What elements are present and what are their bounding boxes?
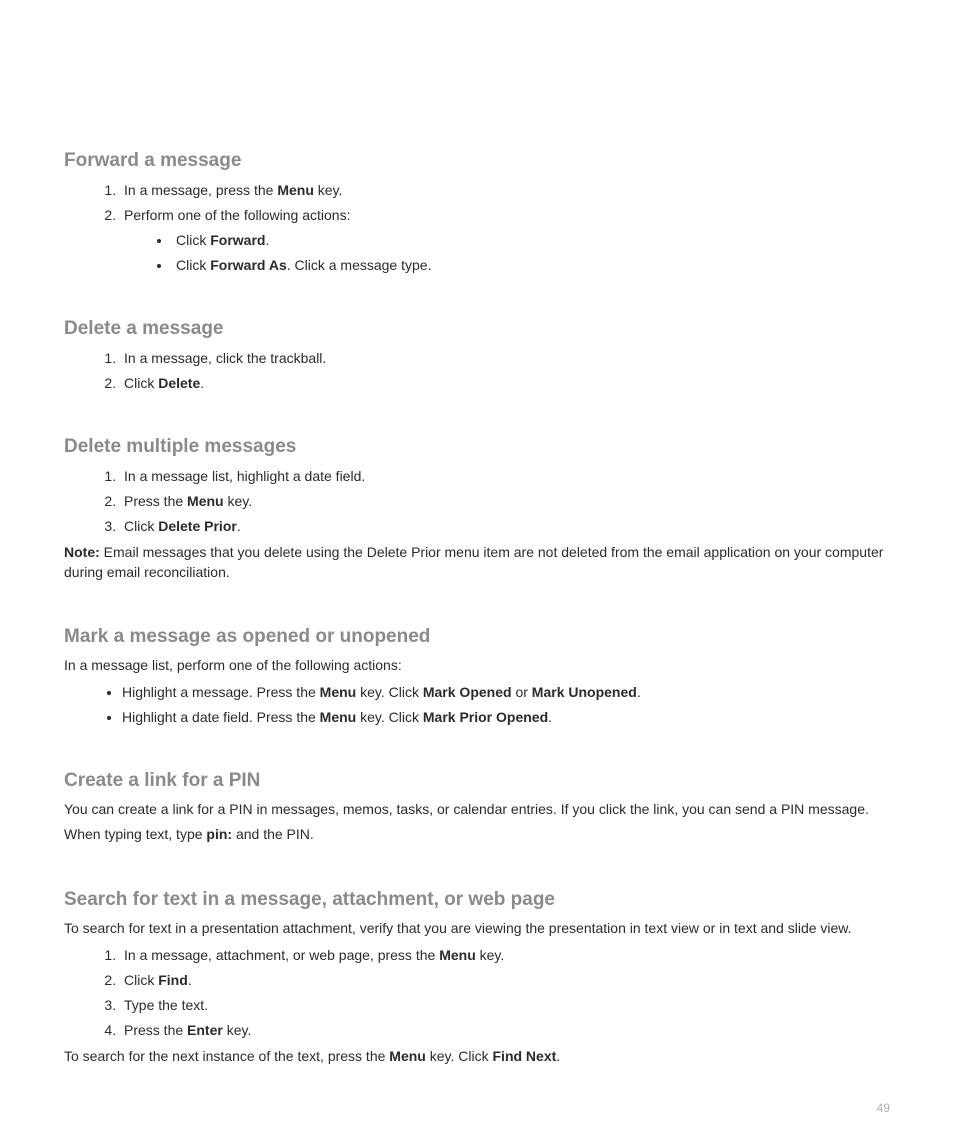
search-step-1: In a message, attachment, or web page, p… xyxy=(120,945,890,966)
page-number: 49 xyxy=(877,1101,890,1115)
search-steps: In a message, attachment, or web page, p… xyxy=(64,945,890,1041)
forward-bullet-1: Click Forward. xyxy=(172,230,890,251)
heading-forward: Forward a message xyxy=(64,150,890,172)
heading-delete: Delete a message xyxy=(64,318,890,340)
search-outro: To search for the next instance of the t… xyxy=(64,1047,890,1067)
heading-pin: Create a link for a PIN xyxy=(64,770,890,792)
forward-bullets: Click Forward. Click Forward As. Click a… xyxy=(124,230,890,276)
forward-bullet-2: Click Forward As. Click a message type. xyxy=(172,255,890,276)
search-step-4: Press the Enter key. xyxy=(120,1020,890,1041)
heading-mark: Mark a message as opened or unopened xyxy=(64,626,890,648)
delete-multi-note: Note: Email messages that you delete usi… xyxy=(64,543,890,582)
heading-search: Search for text in a message, attachment… xyxy=(64,889,890,911)
forward-steps: In a message, press the Menu key. Perfor… xyxy=(64,180,890,276)
search-step-3: Type the text. xyxy=(120,995,890,1016)
search-intro: To search for text in a presentation att… xyxy=(64,919,890,939)
delete-multi-steps: In a message list, highlight a date fiel… xyxy=(64,466,890,537)
page: Forward a message In a message, press th… xyxy=(0,0,954,1145)
mark-bullet-1: Highlight a message. Press the Menu key.… xyxy=(122,682,890,703)
heading-delete-multi: Delete multiple messages xyxy=(64,436,890,458)
mark-intro: In a message list, perform one of the fo… xyxy=(64,656,890,676)
mark-bullet-2: Highlight a date field. Press the Menu k… xyxy=(122,707,890,728)
delete-multi-step-3: Click Delete Prior. xyxy=(120,516,890,537)
mark-bullets: Highlight a message. Press the Menu key.… xyxy=(64,682,890,728)
delete-steps: In a message, click the trackball. Click… xyxy=(64,348,890,394)
pin-p1: You can create a link for a PIN in messa… xyxy=(64,800,890,820)
delete-step-1: In a message, click the trackball. xyxy=(120,348,890,369)
delete-step-2: Click Delete. xyxy=(120,373,890,394)
search-step-2: Click Find. xyxy=(120,970,890,991)
forward-step-2: Perform one of the following actions: Cl… xyxy=(120,205,890,276)
delete-multi-step-1: In a message list, highlight a date fiel… xyxy=(120,466,890,487)
forward-step-1: In a message, press the Menu key. xyxy=(120,180,890,201)
delete-multi-step-2: Press the Menu key. xyxy=(120,491,890,512)
pin-p2: When typing text, type pin: and the PIN. xyxy=(64,825,890,845)
